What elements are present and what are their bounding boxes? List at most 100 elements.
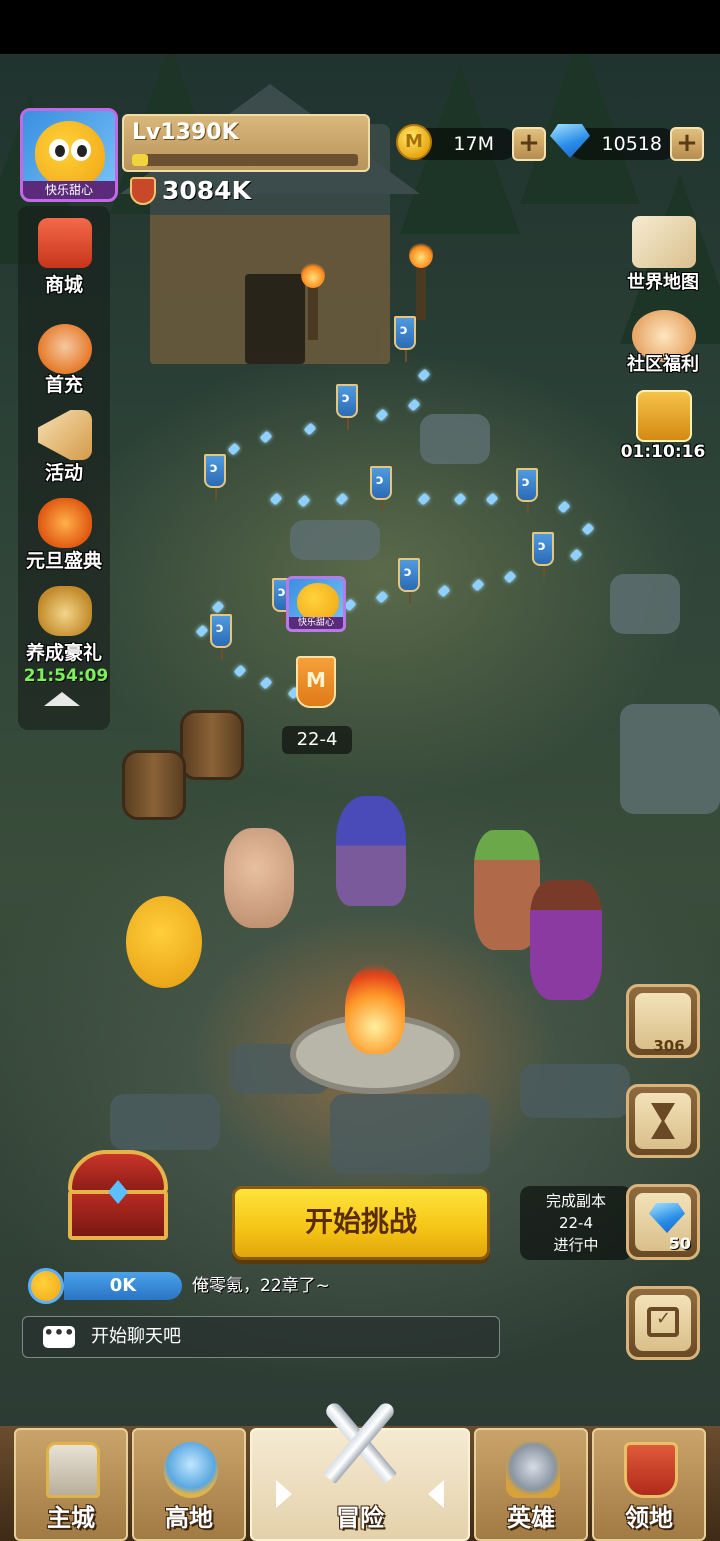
highland-icon — [164, 1442, 218, 1498]
hero-mage — [336, 796, 406, 906]
barrel — [180, 710, 244, 780]
side-item-label: 活动 — [44, 462, 83, 484]
start-challenge-button[interactable]: 开始挑战 — [232, 1186, 490, 1260]
tab-label: 冒险 — [336, 1504, 384, 1532]
stone-coffin — [290, 520, 380, 560]
calendar-check-icon — [647, 1307, 679, 1337]
megaphone-icon — [38, 410, 92, 460]
add-coins-button[interactable]: + — [512, 127, 546, 161]
avatar-name: 快乐甜心 — [23, 181, 115, 199]
gift-bag-icon — [38, 586, 92, 636]
idle-rewards-button[interactable] — [626, 1084, 700, 1158]
player-level: Lv1390K — [132, 120, 239, 145]
stage-flag — [398, 558, 420, 604]
map-icon — [632, 216, 696, 268]
daily-checkin-button[interactable] — [626, 1286, 700, 1360]
world-map-button[interactable]: 世界地图 — [608, 216, 718, 296]
side-item-label: 商城 — [44, 274, 83, 296]
current-stage-banner[interactable]: M — [296, 656, 336, 708]
book-icon: 306 — [635, 993, 691, 1055]
combat-power-value: 3084K — [162, 176, 251, 205]
world-map-label: 世界地图 — [627, 272, 699, 293]
diamond-icon — [649, 1203, 685, 1233]
codex-button[interactable]: 306 — [626, 984, 700, 1058]
coin-value: 17M — [453, 133, 494, 155]
stage-flag — [532, 532, 554, 578]
gravestone — [610, 574, 680, 634]
codex-count: 306 — [653, 1037, 685, 1055]
side-item-new-year-festival[interactable]: 元旦盛典 — [18, 492, 110, 578]
side-item-shop[interactable]: 商城 — [18, 212, 110, 298]
torch — [301, 262, 325, 340]
stage-flag — [516, 468, 538, 514]
barrel — [122, 750, 186, 820]
quest-status: 进行中 — [553, 1236, 599, 1254]
stage-flag — [336, 384, 358, 430]
tab-adventure[interactable]: 冒险 — [250, 1400, 470, 1541]
flagstone — [110, 1094, 220, 1150]
chat-placeholder: 开始聊天吧 — [91, 1326, 181, 1347]
chat-icon: ••• — [43, 1325, 75, 1348]
add-gems-button[interactable]: + — [670, 127, 704, 161]
quest-reward-count: 50 — [668, 1234, 691, 1253]
stage-flag — [210, 614, 232, 660]
chat-input-bar[interactable]: ••• 开始聊天吧 — [22, 1316, 500, 1358]
tab-highland[interactable]: 高地 — [132, 1428, 246, 1541]
gem-value: 10518 — [601, 133, 662, 155]
quest-title: 完成副本 — [545, 1192, 606, 1210]
side-item-growth-gift[interactable]: 养成豪礼 — [18, 580, 110, 666]
hero-warrior — [530, 880, 602, 1000]
quest-panel[interactable]: 完成副本 22-4 进行中 — [520, 1186, 632, 1260]
quest-reward-button[interactable]: 50 — [626, 1184, 700, 1260]
player-avatar[interactable]: 快乐甜心 — [20, 108, 118, 202]
level-panel: Lv1390K — [122, 114, 370, 172]
stage-flag — [394, 316, 416, 362]
scrolling-message: 俺零氪，22章了~ — [192, 1276, 330, 1296]
gift-box-icon — [636, 390, 692, 442]
avatar-face — [35, 121, 105, 187]
treasure-chest-button[interactable] — [62, 1144, 174, 1244]
crossed-swords-icon — [310, 1394, 410, 1498]
community-welfare-button[interactable]: 社区福利 — [608, 310, 718, 390]
gravestone — [420, 414, 490, 464]
tab-territory[interactable]: 领地 — [592, 1428, 706, 1541]
growth-gift-timer: 21:54:09 — [23, 666, 109, 686]
side-item-label: 首充 — [44, 374, 83, 396]
tab-label: 英雄 — [507, 1504, 555, 1532]
shop-icon — [38, 218, 92, 268]
shield-icon — [130, 176, 156, 205]
side-item-events[interactable]: 活动 — [18, 404, 110, 490]
lantern-icon — [38, 498, 92, 548]
community-welfare-label: 社区福利 — [627, 354, 699, 375]
xp-bar — [132, 154, 358, 166]
combat-power: 3084K — [130, 176, 251, 205]
helmet-icon — [506, 1442, 560, 1498]
tab-label: 领地 — [625, 1504, 673, 1532]
status-bar — [0, 0, 720, 54]
timed-gift-timer: 01:10:16 — [620, 442, 706, 462]
banner-icon — [624, 1442, 678, 1498]
tab-main-city[interactable]: 主城 — [14, 1428, 128, 1541]
side-item-label: 元旦盛典 — [25, 550, 102, 572]
bottom-navigation: 主城 高地 冒险 英雄 领地 — [0, 1400, 720, 1541]
quest-stage: 22-4 — [558, 1214, 594, 1232]
flagstone — [520, 1064, 630, 1118]
castle-icon — [46, 1442, 100, 1498]
side-item-label: 养成豪礼 — [25, 642, 102, 664]
hero-yellow-sprout — [126, 896, 202, 988]
side-item-first-recharge[interactable]: 首充 — [18, 318, 110, 404]
tab-heroes[interactable]: 英雄 — [474, 1428, 588, 1541]
collapse-arrow-icon[interactable] — [44, 692, 80, 706]
tab-label: 高地 — [165, 1504, 213, 1532]
tab-label: 主城 — [47, 1504, 95, 1532]
speed-value: 0K — [64, 1272, 182, 1300]
torch — [409, 242, 433, 320]
stage-flag — [370, 466, 392, 512]
xp-bar-fill — [132, 154, 148, 166]
flagstone — [330, 1094, 490, 1174]
stage-flag — [204, 454, 226, 500]
stage-avatar-name: 快乐甜心 — [289, 617, 343, 629]
gold-coin-icon: M — [396, 124, 432, 160]
timed-gift-button[interactable]: 01:10:16 — [608, 390, 718, 470]
hourglass-icon — [651, 1103, 675, 1139]
